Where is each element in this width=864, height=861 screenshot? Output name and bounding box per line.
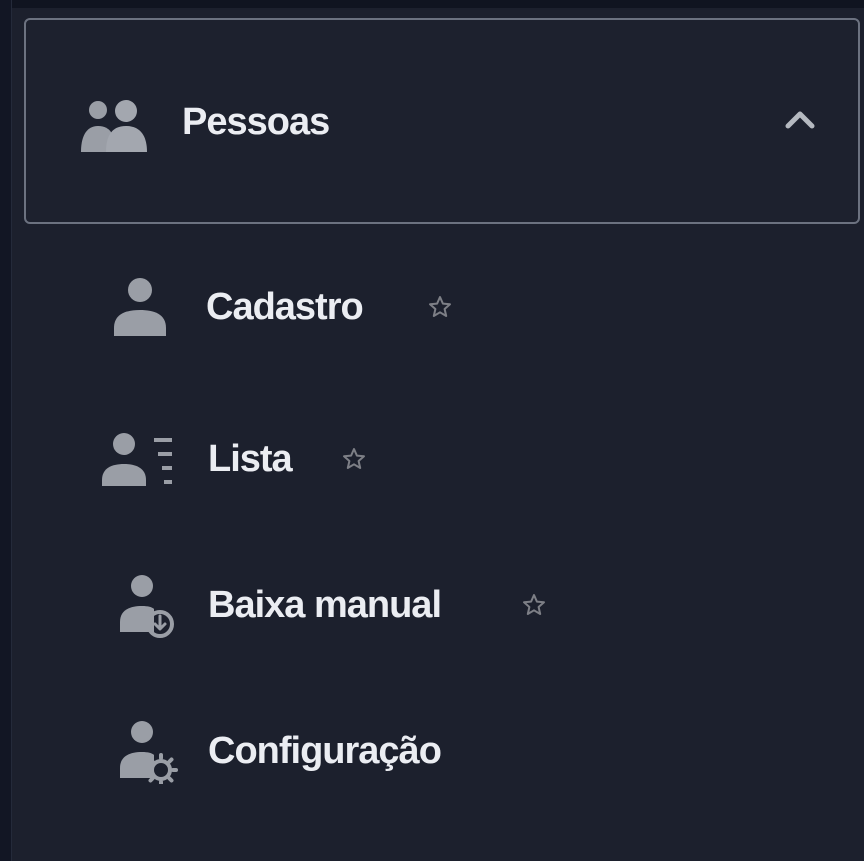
menu-item-configuracao[interactable]: Configuração xyxy=(90,706,830,796)
person-list-icon xyxy=(102,433,172,486)
menu-item-label: Lista xyxy=(208,438,293,480)
left-edge xyxy=(0,0,12,861)
menu-item-label: Configuração xyxy=(208,730,442,772)
star-outline-icon[interactable] xyxy=(522,593,546,617)
menu-item-lista[interactable]: Lista xyxy=(90,414,830,504)
person-download-icon xyxy=(120,575,174,638)
menu-item-label: Cadastro xyxy=(206,286,364,328)
people-icon xyxy=(81,100,147,152)
person-icon xyxy=(114,278,166,336)
top-edge xyxy=(0,0,864,8)
menu-item-label: Baixa manual xyxy=(208,584,442,626)
star-outline-icon[interactable] xyxy=(428,295,452,319)
menu-item-cadastro[interactable]: Cadastro xyxy=(90,262,830,352)
chevron-up-icon[interactable] xyxy=(778,100,822,136)
menu-group-pessoas[interactable]: Pessoas xyxy=(24,18,860,224)
sidebar-menu: Pessoas Cadastro Lista Baixa manual Conf… xyxy=(0,0,864,861)
menu-item-baixa-manual[interactable]: Baixa manual xyxy=(90,560,830,650)
star-outline-icon[interactable] xyxy=(342,447,366,471)
menu-group-label: Pessoas xyxy=(182,101,330,143)
person-gear-icon xyxy=(120,721,178,784)
